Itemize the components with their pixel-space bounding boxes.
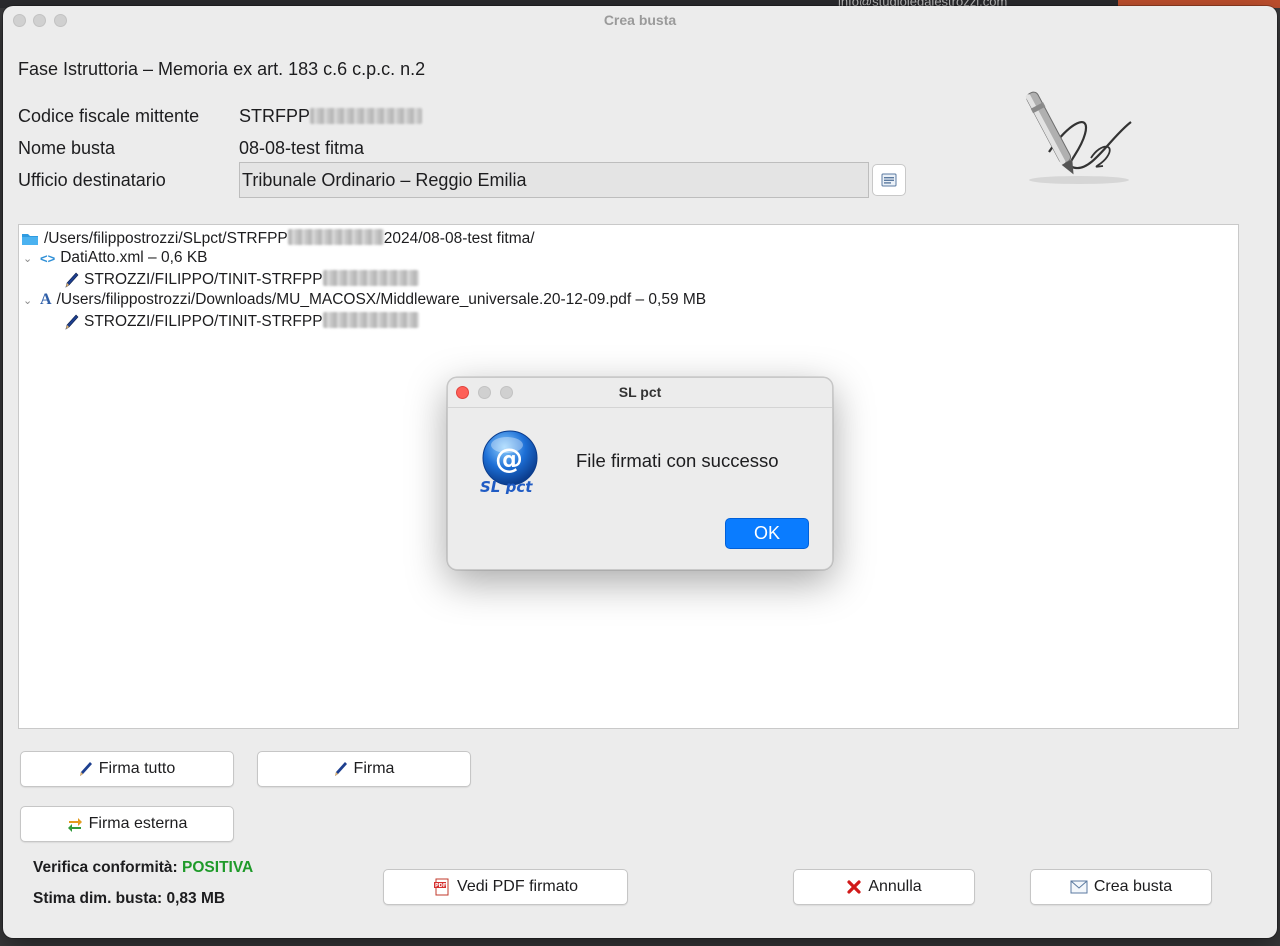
dialog-minimize-button[interactable] (478, 386, 491, 399)
annulla-button[interactable]: Annulla (793, 869, 975, 905)
tree-root-folder[interactable]: /Users/filippostrozzi/SLpct/STRFPP 2024/0… (21, 229, 535, 248)
annulla-label: Annulla (868, 878, 922, 895)
envelope-icon (1070, 880, 1088, 894)
dialog-message: File firmati con successo (576, 450, 779, 471)
ok-button[interactable]: OK (725, 518, 809, 549)
folder-icon (22, 233, 38, 245)
success-dialog: SL pct @ SL pct File firmati con success… (447, 377, 833, 570)
window-title: Crea busta (603, 12, 677, 28)
dialog-titlebar: SL pct (448, 378, 832, 408)
stima-dimensione: Stima dim. busta: 0,83 MB (33, 890, 226, 907)
firma-label: Firma (353, 760, 395, 777)
tree-signature-datiatto[interactable]: STROZZI/FILIPPO/TINIT-STRFPP (65, 270, 419, 289)
firma-esterna-button[interactable]: Firma esterna (20, 806, 234, 842)
redacted-text (287, 229, 384, 245)
vedi-pdf-label: Vedi PDF firmato (457, 878, 578, 895)
text-file-icon: A (40, 291, 52, 308)
signature-label: STROZZI/FILIPPO/TINIT-STRFPP (84, 313, 323, 330)
tree-item-label: /Users/filippostrozzi/Downloads/MU_MACOS… (56, 291, 707, 308)
firma-esterna-label: Firma esterna (88, 815, 188, 832)
zoom-window-button[interactable] (54, 14, 67, 27)
verifica-value: POSITIVA (182, 859, 254, 876)
close-window-button[interactable] (13, 14, 26, 27)
verifica-conformita: Verifica conformità: POSITIVA (33, 859, 253, 877)
dialog-zoom-button[interactable] (500, 386, 513, 399)
pdf-icon: PDF (434, 878, 449, 896)
fase-title: Fase Istruttoria – Memoria ex art. 183 c… (18, 59, 426, 79)
redacted-text (310, 108, 423, 124)
close-icon (847, 880, 861, 894)
nome-busta-value: 08-08-test fitma (239, 138, 365, 158)
tree-item-pdf[interactable]: ⌄ A /Users/filippostrozzi/Downloads/MU_M… (23, 291, 706, 309)
firma-button[interactable]: Firma (257, 751, 471, 787)
pen-icon (334, 762, 347, 776)
ufficio-destinatario-field[interactable]: Tribunale Ordinario – Reggio Emilia (239, 162, 869, 198)
ufficio-destinatario-label: Ufficio destinatario (18, 170, 166, 190)
crea-busta-button[interactable]: Crea busta (1030, 869, 1212, 905)
pen-icon (65, 314, 79, 330)
svg-text:PDF: PDF (435, 883, 446, 889)
select-ufficio-button[interactable] (872, 164, 906, 196)
codice-fiscale-text: STRFPP (239, 106, 311, 126)
signature-pen-logo (1025, 91, 1132, 184)
redacted-text (322, 270, 419, 286)
verifica-label: Verifica conformità: (33, 859, 178, 876)
chevron-down-icon[interactable]: ⌄ (23, 294, 35, 307)
window-titlebar: Crea busta (3, 6, 1277, 36)
dialog-title: SL pct (618, 384, 662, 400)
firma-tutto-label: Firma tutto (98, 760, 176, 777)
nome-busta-label: Nome busta (18, 138, 116, 158)
minimize-window-button[interactable] (33, 14, 46, 27)
pen-icon (65, 272, 79, 288)
exchange-arrows-icon (67, 818, 82, 832)
tree-root-path-end: 2024/08-08-test fitma/ (383, 230, 535, 247)
tree-signature-pdf[interactable]: STROZZI/FILIPPO/TINIT-STRFPP (65, 312, 419, 331)
svg-text:@: @ (495, 442, 523, 475)
pen-icon (79, 762, 92, 776)
vedi-pdf-firmato-button[interactable]: PDF Vedi PDF firmato (383, 869, 628, 905)
tree-item-datiatto[interactable]: ⌄ <> DatiAtto.xml – 0,6 KB (23, 249, 208, 267)
slpct-logo-text: SL pct (480, 478, 533, 494)
codice-fiscale-label: Codice fiscale mittente (18, 106, 200, 126)
dialog-close-button[interactable] (456, 386, 469, 399)
chevron-down-icon[interactable]: ⌄ (23, 252, 35, 265)
slpct-logo-icon: @ SL pct (480, 430, 538, 494)
tree-root-path-start: /Users/filippostrozzi/SLpct/STRFPP (44, 230, 288, 247)
redacted-text (322, 312, 419, 328)
xml-file-icon: <> (40, 250, 56, 266)
firma-tutto-button[interactable]: Firma tutto (20, 751, 234, 787)
tree-item-label: DatiAtto.xml – 0,6 KB (60, 249, 208, 266)
crea-busta-label: Crea busta (1093, 878, 1173, 895)
codice-fiscale-value: STRFPP (239, 106, 423, 127)
directory-icon (881, 173, 897, 187)
signature-label: STROZZI/FILIPPO/TINIT-STRFPP (84, 271, 323, 288)
